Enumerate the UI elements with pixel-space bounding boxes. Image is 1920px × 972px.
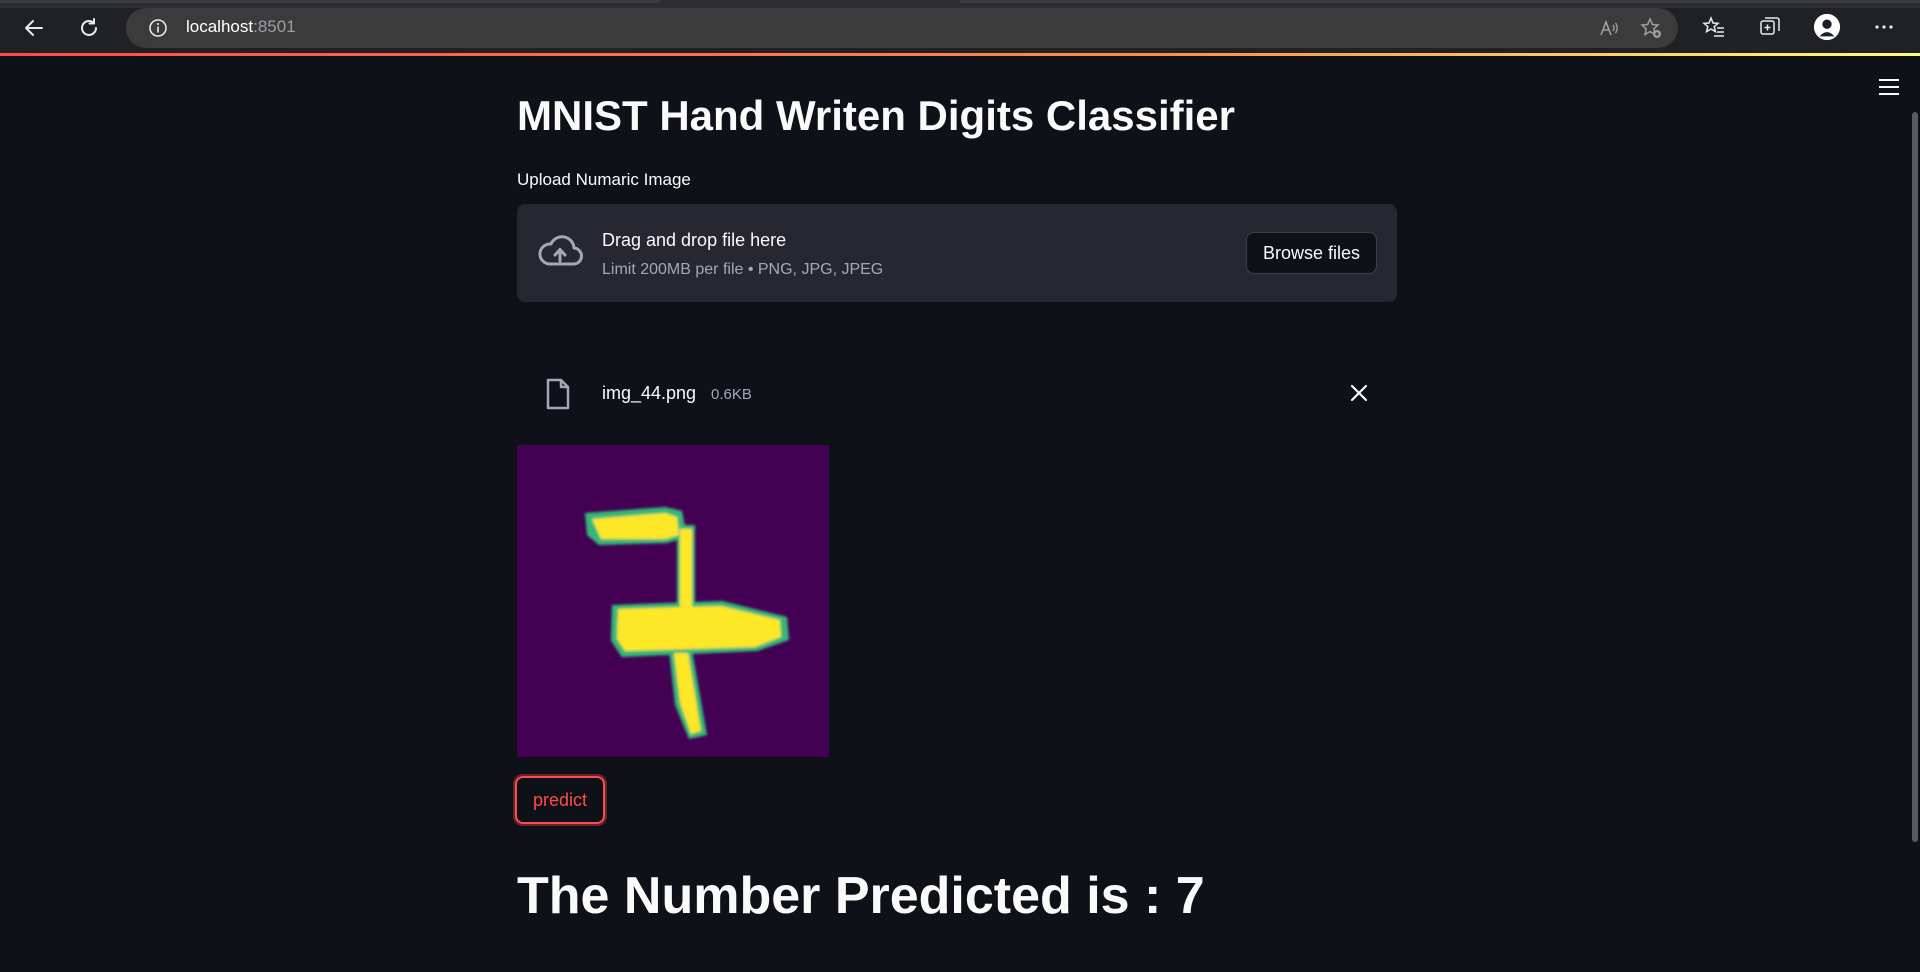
collections-icon <box>1760 17 1780 35</box>
back-icon <box>25 20 43 36</box>
uploaded-digit-image <box>517 445 829 757</box>
predict-button[interactable]: predict <box>515 776 606 824</box>
refresh-button[interactable] <box>73 12 105 44</box>
back-button[interactable] <box>18 12 50 44</box>
file-dropzone[interactable]: Drag and drop file here Limit 200MB per … <box>517 204 1397 302</box>
uploader-label: Upload Numaric Image <box>517 170 691 189</box>
more-button[interactable] <box>1870 13 1898 41</box>
scrollbar[interactable] <box>1912 112 1918 842</box>
page-title: MNIST Hand Writen Digits Classifier <box>517 92 1235 139</box>
refresh-icon <box>81 18 97 36</box>
add-favorite-icon[interactable] <box>1640 17 1662 39</box>
streamlit-app <box>0 56 1920 972</box>
dropzone-limit: Limit 200MB per file • PNG, JPG, JPEG <box>602 261 884 278</box>
address-bar[interactable]: localhost:8501 <box>126 8 1678 48</box>
prediction-result: The Number Predicted is : 7 <box>517 867 1205 925</box>
main-menu-icon[interactable] <box>1878 78 1900 96</box>
tab-segment[interactable] <box>0 0 660 3</box>
browse-files-button[interactable]: Browse files <box>1245 232 1377 274</box>
read-aloud-icon[interactable] <box>1598 17 1620 39</box>
profile-button[interactable] <box>1813 13 1841 41</box>
browser-toolbar: localhost:8501 <box>0 0 1920 53</box>
uploaded-file-name: img_44.png <box>602 383 697 403</box>
favorites-button[interactable] <box>1700 13 1728 41</box>
tab-segment[interactable] <box>960 0 1920 3</box>
profile-avatar <box>1813 13 1841 41</box>
url-port: :8501 <box>253 17 296 36</box>
collections-button[interactable] <box>1756 13 1784 41</box>
info-icon[interactable] <box>148 18 168 38</box>
more-icon <box>1875 25 1893 29</box>
url-text[interactable]: localhost:8501 <box>186 17 296 37</box>
tab-strip <box>0 0 1920 8</box>
cloud-upload-icon <box>538 235 583 266</box>
favorites-icon <box>1702 15 1724 37</box>
uploaded-file-row: img_44.png 0.6KB <box>517 373 1397 415</box>
close-icon[interactable] <box>1349 383 1369 403</box>
url-host: localhost <box>186 17 254 36</box>
uploaded-file-size: 0.6KB <box>711 386 752 403</box>
dropzone-instruction: Drag and drop file here <box>602 230 787 250</box>
file-icon <box>546 378 570 410</box>
